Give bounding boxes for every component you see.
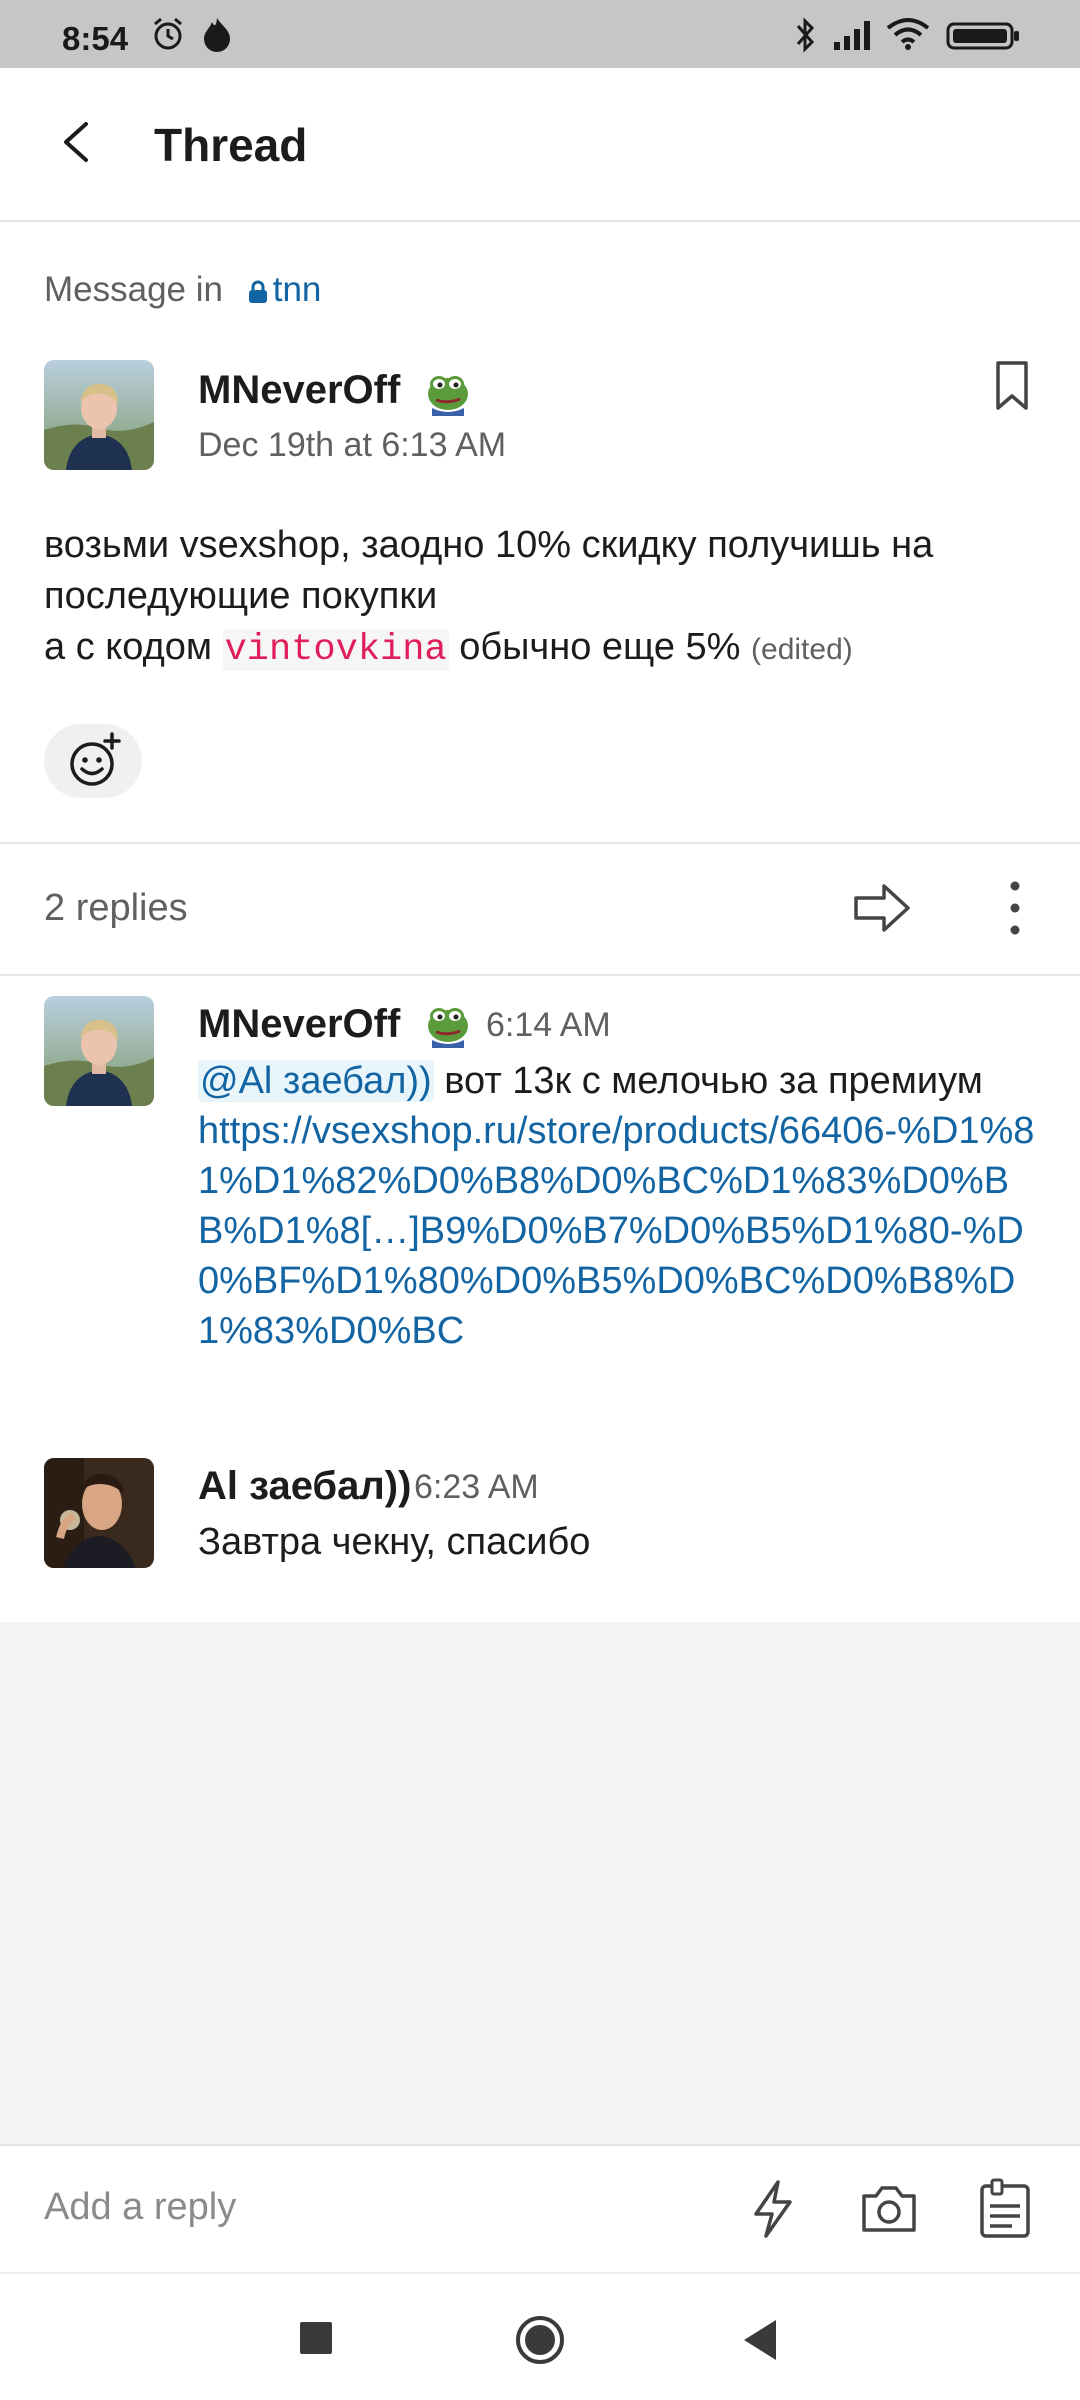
status-bar: 8:54 bbox=[0, 0, 1080, 68]
avatar[interactable] bbox=[44, 360, 154, 470]
recents-icon[interactable] bbox=[298, 2320, 334, 2356]
user-mention[interactable]: @Al заебал)) bbox=[198, 1060, 434, 1102]
arrow-left-icon[interactable] bbox=[48, 112, 108, 172]
context-prefix: Message in bbox=[44, 270, 223, 309]
message-text-part: а с кодом bbox=[44, 626, 223, 668]
reply-text: Завтра чекну, спасибо bbox=[198, 1521, 591, 1563]
pepe-emoji-icon bbox=[428, 1008, 468, 1048]
signal-icon bbox=[834, 21, 870, 50]
reply-link[interactable]: https://vsexshop.ru/store/products/66406… bbox=[198, 1110, 1034, 1352]
thread-header: Thread bbox=[0, 68, 1080, 222]
message-text-part: обычно еще 5% bbox=[448, 626, 741, 668]
reply-author[interactable]: MNeverOff bbox=[198, 1002, 400, 1047]
reply-composer[interactable]: Add a reply bbox=[0, 2144, 1080, 2272]
edited-label: (edited) bbox=[751, 633, 853, 666]
share-icon[interactable] bbox=[852, 880, 912, 936]
inline-code: vintovkina bbox=[222, 629, 449, 671]
channel-link[interactable]: tnn bbox=[273, 270, 322, 309]
system-nav-bar bbox=[0, 2272, 1080, 2400]
reply-body: Завтра чекну, спасибо bbox=[198, 1517, 1038, 1567]
wifi-icon bbox=[886, 18, 930, 50]
reply-time: 6:14 AM bbox=[486, 1006, 611, 1044]
pepe-emoji-icon bbox=[428, 376, 468, 416]
message-context: Message in tnn bbox=[44, 270, 321, 310]
divider bbox=[0, 842, 1080, 844]
clipboard-icon[interactable] bbox=[972, 2176, 1038, 2242]
battery-icon bbox=[946, 22, 1019, 50]
bookmark-icon[interactable] bbox=[992, 360, 1032, 412]
reply-time: 6:23 AM bbox=[414, 1468, 539, 1506]
message-timestamp: Dec 19th at 6:13 AM bbox=[198, 426, 507, 464]
avatar[interactable] bbox=[44, 996, 154, 1106]
home-icon[interactable] bbox=[514, 2314, 566, 2366]
reply-author[interactable]: Al заебал)) bbox=[198, 1464, 411, 1509]
reply-input[interactable]: Add a reply bbox=[44, 2186, 236, 2229]
lock-icon bbox=[248, 280, 267, 303]
message-body: возьми vsexshop, заодно 10% скидку получ… bbox=[44, 520, 1044, 676]
reply-text: вот 13к с мелочью за премиум bbox=[433, 1060, 983, 1102]
thread-empty-area bbox=[0, 1622, 1080, 2144]
lightning-icon[interactable] bbox=[740, 2176, 806, 2242]
alarm-icon bbox=[154, 17, 182, 50]
reply-body: @Al заебал)) вот 13к с мелочью за премиу… bbox=[198, 1056, 1038, 1356]
message-author[interactable]: MNeverOff bbox=[198, 368, 400, 413]
page-title: Thread bbox=[154, 119, 308, 171]
message-line-2: а с кодом vintovkina обычно еще 5% (edit… bbox=[44, 622, 1044, 676]
add-reaction-button[interactable] bbox=[44, 724, 142, 798]
flame-icon bbox=[204, 18, 230, 52]
add-reaction-icon bbox=[70, 732, 121, 786]
bluetooth-icon bbox=[796, 17, 815, 53]
message-line-1: возьми vsexshop, заодно 10% скидку получ… bbox=[44, 524, 934, 617]
status-time: 8:54 bbox=[62, 20, 129, 57]
camera-icon[interactable] bbox=[856, 2176, 922, 2242]
divider bbox=[0, 974, 1080, 976]
replies-count: 2 replies bbox=[44, 887, 188, 929]
avatar[interactable] bbox=[44, 1458, 154, 1568]
back-nav-icon[interactable] bbox=[740, 2318, 780, 2362]
more-vertical-icon[interactable] bbox=[1000, 878, 1030, 938]
